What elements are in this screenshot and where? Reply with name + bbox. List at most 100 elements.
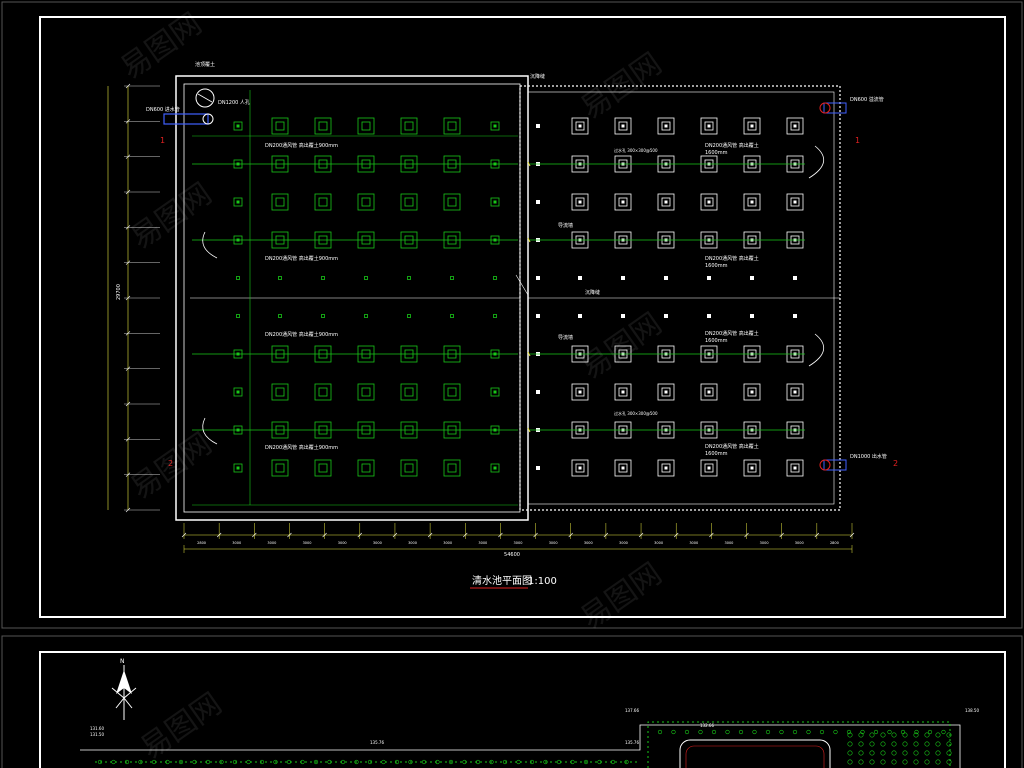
column-core — [493, 200, 497, 204]
column-marker — [450, 276, 454, 280]
column-core — [447, 197, 457, 207]
column-core — [404, 197, 414, 207]
flow-arrows — [202, 145, 824, 445]
tree-symbol — [847, 750, 853, 756]
tree-symbol — [858, 750, 864, 756]
tree-symbol — [858, 759, 864, 765]
column-outline — [314, 193, 332, 211]
dim-segment-label: 3000 — [443, 541, 452, 545]
column-marker — [407, 314, 411, 318]
dim-segment-label: 3000 — [584, 541, 593, 545]
column-marker — [536, 466, 540, 470]
deflector-label-1: 导流墙 — [558, 222, 573, 229]
tree-symbol — [900, 729, 906, 735]
tree-symbol — [819, 729, 825, 735]
tree-symbol — [847, 759, 853, 765]
elevation-4: 135.76 — [625, 740, 639, 745]
column-outline — [357, 193, 375, 211]
column-marker — [536, 200, 540, 204]
column-center — [664, 200, 668, 204]
column-core — [318, 121, 328, 131]
column-center — [621, 466, 625, 470]
tree-symbol — [698, 729, 703, 735]
column-outline — [271, 383, 289, 401]
column-core — [447, 121, 457, 131]
column-center — [578, 200, 582, 204]
tree-symbol — [858, 741, 864, 747]
tree-symbol — [779, 729, 784, 735]
tree-symbol — [924, 741, 930, 747]
dimension-lines: 2800 3000 3000 3000 3000 3000 3000 3000 3000 3000… — [181, 523, 855, 553]
tree-symbol — [806, 729, 811, 735]
tree-symbol — [869, 750, 875, 756]
tree-symbol — [891, 732, 897, 738]
tree-symbol — [902, 750, 908, 756]
dim-segment-label: 2800 — [830, 541, 839, 545]
column-outline — [357, 459, 375, 477]
column-core — [236, 466, 240, 470]
elevation-2: 131.50 — [90, 732, 104, 737]
section-mark-left-1: 1 — [160, 136, 165, 145]
tree-symbol — [891, 741, 897, 747]
column-core — [236, 124, 240, 128]
column-core — [404, 387, 414, 397]
column-marker — [278, 276, 282, 280]
settlement-joint-note: 沉降缝 — [530, 73, 545, 80]
dim-segment-label: 3000 — [408, 541, 417, 545]
tree-symbol — [902, 741, 908, 747]
column-outline — [271, 193, 289, 211]
column-marker — [493, 276, 497, 280]
column-marker — [278, 314, 282, 318]
tree-symbol — [924, 750, 930, 756]
tree-symbol — [935, 759, 941, 765]
column-outline — [443, 459, 461, 477]
column-marker — [793, 276, 797, 280]
column-outline — [357, 383, 375, 401]
vent-label-right-2: DN200通风管 高出覆土 — [705, 255, 759, 262]
dim-segment-label: 3000 — [689, 541, 698, 545]
vent-label-left-3: DN200通风管 高出覆土900mm — [265, 331, 338, 338]
column-outline — [443, 193, 461, 211]
column-center — [750, 466, 754, 470]
column-core — [318, 463, 328, 473]
column-marker — [750, 314, 754, 318]
column-center — [793, 200, 797, 204]
column-center — [621, 200, 625, 204]
column-core — [493, 466, 497, 470]
column-marker — [664, 276, 668, 280]
inlet-pipe-label: DN600 进水管 — [146, 106, 180, 113]
tree-symbol — [902, 759, 908, 765]
column-center — [621, 390, 625, 394]
column-core — [361, 463, 371, 473]
column-center — [707, 466, 711, 470]
column-core — [361, 121, 371, 131]
column-core — [275, 463, 285, 473]
drawing-scale: 1:100 — [528, 576, 557, 587]
column-marker — [621, 276, 625, 280]
elevation-3: 135.76 — [370, 740, 384, 745]
tree-symbol — [792, 729, 798, 735]
column-outline — [314, 117, 332, 135]
section-mark-right-2: 2 — [893, 459, 898, 468]
tree-symbol — [752, 729, 757, 735]
tree-symbol — [869, 759, 875, 765]
column-marker — [621, 314, 625, 318]
column-center — [621, 124, 625, 128]
column-outline — [314, 383, 332, 401]
column-outline — [400, 193, 418, 211]
column-marker — [793, 314, 797, 318]
column-outline — [443, 383, 461, 401]
column-marker — [536, 314, 540, 318]
slot-label-1: 过水孔 300×300@500 — [614, 147, 658, 153]
column-marker — [364, 314, 368, 318]
manhole — [195, 88, 215, 108]
watermark-text-3: 易图网 — [125, 176, 219, 256]
upper-drawing-border — [39, 16, 1006, 618]
column-core — [318, 387, 328, 397]
column-center — [664, 124, 668, 128]
tree-symbol — [913, 741, 919, 747]
tree-symbol — [913, 759, 919, 765]
tree-symbol — [738, 729, 744, 735]
column-center — [750, 390, 754, 394]
tree-symbol — [891, 759, 897, 765]
